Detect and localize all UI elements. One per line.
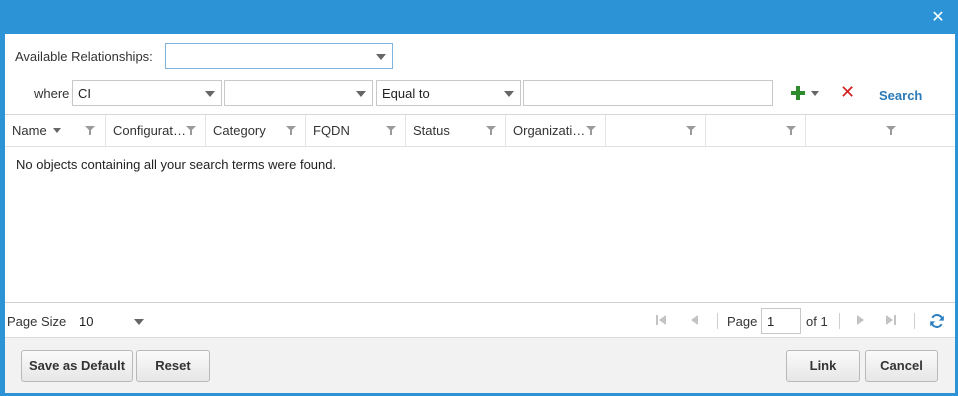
- chevron-down-icon[interactable]: [356, 91, 366, 97]
- save-as-default-button[interactable]: Save as Default: [21, 350, 133, 382]
- page-label: Page: [727, 314, 758, 329]
- column-header-fqdn[interactable]: FQDN: [306, 115, 406, 146]
- filter-icon[interactable]: [686, 126, 696, 136]
- filter-icon[interactable]: [586, 126, 596, 136]
- page-size-value: 10: [79, 314, 94, 329]
- filter-icon[interactable]: [386, 126, 396, 136]
- chevron-down-icon[interactable]: [205, 91, 215, 97]
- pager: Page Size 10 Page 1 of 1: [5, 304, 955, 336]
- pager-separator: [914, 313, 915, 329]
- reset-button[interactable]: Reset: [136, 350, 210, 382]
- column-label: Name: [12, 123, 47, 138]
- chevron-down-icon[interactable]: [376, 54, 386, 60]
- column-label: Category: [213, 123, 266, 138]
- results-grid: Name Configuratio... Category FQDN Statu…: [5, 114, 955, 303]
- column-header-blank[interactable]: [706, 115, 806, 146]
- pager-separator: [717, 313, 718, 329]
- column-label: FQDN: [313, 123, 350, 138]
- operator-value: Equal to: [382, 86, 430, 101]
- cancel-button[interactable]: Cancel: [865, 350, 938, 382]
- page-number-input[interactable]: 1: [761, 308, 801, 334]
- close-icon[interactable]: ✕: [930, 9, 946, 25]
- last-page-icon[interactable]: [884, 313, 898, 327]
- column-header-organization[interactable]: Organizatio...: [506, 115, 606, 146]
- grid-header: Name Configuratio... Category FQDN Statu…: [5, 115, 955, 147]
- empty-results-message: No objects containing all your search te…: [16, 157, 337, 172]
- dialog-footer: Save as Default Reset Link Cancel: [5, 337, 955, 393]
- relationships-select[interactable]: [165, 43, 393, 69]
- dialog-titlebar: ✕: [0, 0, 958, 34]
- add-menu-chevron-icon[interactable]: [811, 91, 819, 96]
- chevron-down-icon[interactable]: [134, 319, 144, 325]
- plus-icon[interactable]: [790, 85, 806, 101]
- search-link[interactable]: Search: [879, 88, 922, 103]
- prev-page-icon[interactable]: [688, 313, 702, 327]
- filter-icon[interactable]: [786, 126, 796, 136]
- column-header-configuration[interactable]: Configuratio...: [106, 115, 206, 146]
- sort-down-icon[interactable]: [53, 128, 61, 133]
- page-size-select[interactable]: 10: [73, 308, 151, 334]
- link-relationships-dialog: ✕ Available Relationships: where CI Equa…: [0, 0, 958, 396]
- relationships-label: Available Relationships:: [15, 49, 153, 64]
- column-label: Configuratio...: [113, 123, 187, 138]
- filter-icon[interactable]: [85, 126, 95, 136]
- attribute-select[interactable]: [224, 80, 373, 106]
- column-label: Status: [413, 123, 450, 138]
- field-value: CI: [78, 86, 91, 101]
- where-label: where: [34, 86, 70, 101]
- dialog-body: Available Relationships: where CI Equal …: [5, 34, 955, 393]
- link-button[interactable]: Link: [786, 350, 860, 382]
- pager-separator: [839, 313, 840, 329]
- page-count-label: of 1: [806, 314, 828, 329]
- column-header-blank[interactable]: [606, 115, 706, 146]
- filter-icon[interactable]: [486, 126, 496, 136]
- filter-icon[interactable]: [186, 126, 196, 136]
- operator-select[interactable]: Equal to: [376, 80, 521, 106]
- field-select[interactable]: CI: [72, 80, 222, 106]
- column-header-name[interactable]: Name: [5, 115, 106, 146]
- x-icon[interactable]: ✕: [840, 84, 855, 102]
- column-header-blank[interactable]: [806, 115, 955, 146]
- refresh-icon[interactable]: [929, 313, 945, 329]
- filter-icon[interactable]: [286, 126, 296, 136]
- page-size-label: Page Size: [7, 314, 67, 329]
- next-page-icon[interactable]: [853, 313, 867, 327]
- column-header-category[interactable]: Category: [206, 115, 306, 146]
- search-value-input[interactable]: [523, 80, 773, 106]
- column-label: Organizatio...: [513, 123, 587, 138]
- filter-icon[interactable]: [886, 126, 896, 136]
- first-page-icon[interactable]: [655, 313, 669, 327]
- chevron-down-icon[interactable]: [504, 91, 514, 97]
- column-header-status[interactable]: Status: [406, 115, 506, 146]
